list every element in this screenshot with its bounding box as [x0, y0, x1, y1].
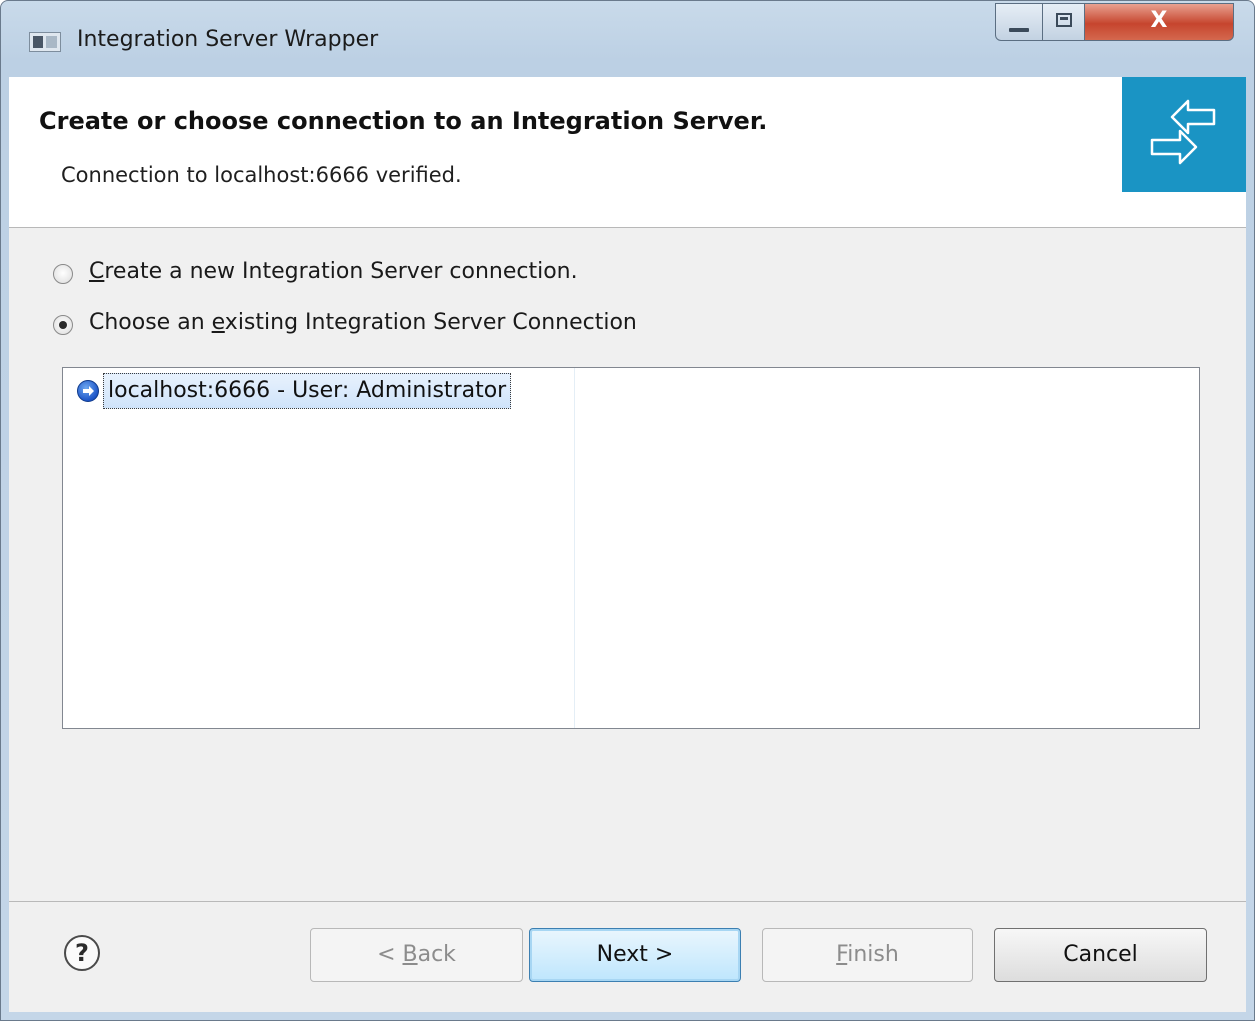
dialog-client-area: Create or choose connection to an Integr… — [9, 77, 1246, 1012]
wizard-banner — [1122, 77, 1246, 192]
app-window-icon — [29, 32, 61, 52]
status-message: Connection to localhost:6666 verified. — [61, 163, 462, 187]
minimize-icon — [1009, 28, 1029, 32]
back-button[interactable]: < Back — [310, 928, 523, 982]
choose-existing-radio[interactable] — [53, 315, 73, 335]
next-button[interactable]: Next > — [529, 928, 741, 982]
wizard-header: Create or choose connection to an Integr… — [9, 77, 1246, 228]
choose-existing-label[interactable]: Choose an existing Integration Server Co… — [89, 310, 637, 335]
finish-button[interactable]: Finish — [762, 928, 973, 982]
close-button[interactable]: X — [1084, 3, 1234, 41]
create-new-radio[interactable] — [53, 264, 73, 284]
create-new-label[interactable]: Create a new Integration Server connecti… — [89, 259, 578, 284]
title-bar[interactable]: Integration Server Wrapper X — [1, 1, 1254, 77]
connection-list[interactable]: localhost:6666 - User: Administrator — [62, 367, 1200, 729]
connection-arrows-icon — [1150, 99, 1216, 165]
window-title: Integration Server Wrapper — [77, 27, 379, 52]
page-title: Create or choose connection to an Integr… — [39, 107, 768, 135]
cancel-button[interactable]: Cancel — [994, 928, 1207, 982]
column-divider — [574, 368, 575, 728]
help-icon[interactable]: ? — [64, 935, 100, 971]
button-bar-separator — [9, 901, 1246, 902]
connection-label[interactable]: localhost:6666 - User: Administrator — [103, 373, 512, 409]
minimize-button[interactable] — [995, 3, 1043, 41]
dialog-window: Integration Server Wrapper X Create or c… — [0, 0, 1255, 1021]
maximize-button[interactable] — [1042, 3, 1085, 41]
maximize-icon — [1056, 13, 1072, 27]
server-connection-icon — [77, 380, 99, 402]
close-icon: X — [1150, 8, 1168, 33]
